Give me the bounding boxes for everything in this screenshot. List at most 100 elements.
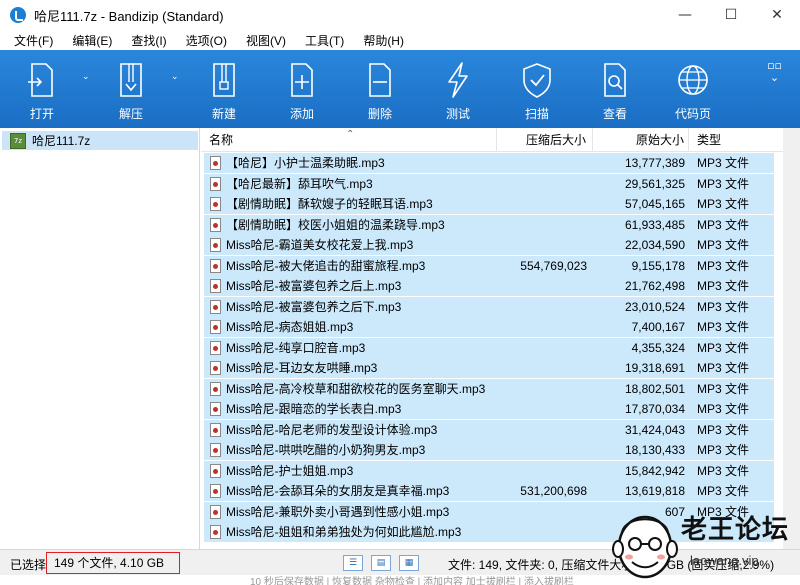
- cell-type: MP3 文件: [697, 381, 750, 396]
- delete-file-icon: [369, 63, 391, 97]
- table-row[interactable]: 【哈尼】小护士温柔助眠.mp3 13,777,389 MP3 文件: [201, 153, 800, 174]
- minimize-button[interactable]: —: [662, 0, 708, 30]
- column-type[interactable]: 类型: [689, 128, 783, 152]
- table-row[interactable]: Miss哈尼-哈尼老师的发型设计体验.mp3 31,424,043 MP3 文件: [201, 419, 800, 441]
- table-row[interactable]: Miss哈尼-纯享口腔音.mp3 4,355,324 MP3 文件: [201, 337, 800, 359]
- view-label: 查看: [602, 107, 627, 121]
- cell-original: 22,034,590: [624, 238, 685, 252]
- mp3-file-icon: [210, 381, 221, 396]
- tile-view-icon[interactable]: ▦: [399, 555, 419, 571]
- menu-file[interactable]: 文件(F): [8, 32, 59, 49]
- cell-name: Miss哈尼-会舔耳朵的女朋友是真幸福.mp3: [226, 484, 450, 498]
- table-row[interactable]: Miss哈尼-高冷校草和甜欲校花的医务室聊天.mp3 18,802,501 MP3 …: [201, 378, 800, 400]
- layout-menu-icon[interactable]: ▫▫ ⌄: [767, 60, 782, 84]
- vertical-scrollbar[interactable]: [783, 128, 800, 549]
- cell-type: MP3 文件: [697, 443, 750, 457]
- cell-name: Miss哈尼-被富婆包养之后上.mp3: [226, 279, 402, 293]
- test-button[interactable]: 测试: [426, 50, 490, 128]
- table-row[interactable]: 【剧情助眠】校医小姐姐的温柔跷导.mp3 61,933,485 MP3 文件: [201, 214, 800, 236]
- cell-original: 13,777,389: [624, 156, 685, 170]
- mp3-file-icon: [210, 484, 221, 498]
- window-title: 哈尼111.7z - Bandizip (Standard): [34, 8, 224, 24]
- menu-options[interactable]: 选项(O): [180, 32, 233, 49]
- table-row[interactable]: Miss哈尼-哄哄吃醋的小奶狗男友.mp3 18,130,433 MP3 文件: [201, 440, 800, 461]
- cell-compressed: [501, 194, 587, 214]
- menu-help[interactable]: 帮助(H): [357, 32, 410, 49]
- table-row[interactable]: Miss哈尼-跟暗恋的学长表白.mp3 17,870,034 MP3 文件: [201, 399, 800, 420]
- delete-button[interactable]: 删除: [348, 50, 412, 128]
- extract-button[interactable]: 解压: [99, 50, 163, 128]
- open-dropdown-icon[interactable]: ⌄: [82, 72, 94, 84]
- cell-original: 13,619,818: [624, 484, 685, 498]
- cell-name: 【剧情助眠】校医小姐姐的温柔跷导.mp3: [226, 217, 445, 232]
- cell-compressed: [501, 420, 587, 440]
- cell-name: Miss哈尼-哈尼老师的发型设计体验.mp3: [226, 422, 438, 437]
- maximize-button[interactable]: ☐: [708, 0, 754, 30]
- details-view-icon[interactable]: ☰: [343, 555, 363, 571]
- codepage-button[interactable]: 代码页: [661, 50, 725, 128]
- cell-name: Miss哈尼-纯享口腔音.mp3: [226, 340, 366, 355]
- cell-compressed: [501, 153, 587, 173]
- watermark: 老王论坛 laowang.vip: [606, 505, 800, 585]
- bandizip-app-icon: [10, 7, 26, 23]
- menu-edit[interactable]: 编辑(E): [66, 32, 118, 49]
- new-archive-icon: [213, 63, 235, 97]
- table-row[interactable]: 【哈尼最新】舔耳吹气.mp3 29,561,325 MP3 文件: [201, 173, 800, 195]
- menu-tools[interactable]: 工具(T): [299, 32, 350, 49]
- column-compressed[interactable]: 压缩后大小: [497, 128, 593, 152]
- close-button[interactable]: ✕: [754, 0, 800, 30]
- tree-item-label: 哈尼111.7z: [32, 134, 91, 148]
- add-label: 添加: [289, 107, 314, 121]
- cell-original: 31,424,043: [624, 422, 685, 437]
- table-row[interactable]: Miss哈尼-被富婆包养之后上.mp3 21,762,498 MP3 文件: [201, 276, 800, 297]
- table-row[interactable]: Miss哈尼-被富婆包养之后下.mp3 23,010,524 MP3 文件: [201, 296, 800, 318]
- extract-dropdown-icon[interactable]: ⌄: [171, 72, 183, 84]
- scan-button[interactable]: 扫描: [505, 50, 569, 128]
- cell-original: 23,010,524: [624, 299, 685, 314]
- cell-type: MP3 文件: [697, 361, 750, 375]
- menu-view[interactable]: 视图(V): [240, 32, 292, 49]
- delete-label: 删除: [367, 107, 392, 121]
- cell-original: 21,762,498: [624, 279, 685, 293]
- cell-name: Miss哈尼-哄哄吃醋的小奶狗男友.mp3: [226, 443, 426, 457]
- menu-find[interactable]: 查找(I): [125, 32, 172, 49]
- cell-type: MP3 文件: [697, 156, 750, 170]
- table-row[interactable]: Miss哈尼-护士姐姐.mp3 15,842,942 MP3 文件: [201, 460, 800, 482]
- column-original[interactable]: 原始大小: [593, 128, 689, 152]
- cell-compressed: [501, 297, 587, 317]
- mp3-file-icon: [210, 258, 221, 273]
- file-list: 名称 ⌃ 压缩后大小 原始大小 类型 【哈尼】小护士温柔助眠.mp3 13,777…: [201, 128, 800, 549]
- table-row[interactable]: Miss哈尼-霸道美女校花爱上我.mp3 22,034,590 MP3 文件: [201, 235, 800, 256]
- add-button[interactable]: 添加: [270, 50, 334, 128]
- add-file-icon: [291, 63, 313, 97]
- cell-original: 57,045,165: [624, 197, 685, 211]
- mp3-file-icon: [210, 525, 221, 539]
- tree-item-archive-root[interactable]: 7z 哈尼111.7z: [2, 131, 198, 150]
- watermark-title: 老王论坛: [681, 515, 790, 545]
- extract-label: 解压: [118, 107, 143, 121]
- cell-name: 【剧情助眠】酥软嫂子的轻眠耳语.mp3: [226, 197, 433, 211]
- table-row[interactable]: Miss哈尼-会舔耳朵的女朋友是真幸福.mp3 531,200,698 13,619…: [201, 481, 800, 502]
- file-list-header: 名称 ⌃ 压缩后大小 原始大小 类型: [201, 128, 800, 152]
- new-button[interactable]: 新建: [192, 50, 256, 128]
- view-mode-buttons: ☰ ▤ ▦: [343, 555, 427, 571]
- file-rows: 【哈尼】小护士温柔助眠.mp3 13,777,389 MP3 文件 【哈尼最新】舔耳吹…: [201, 153, 800, 543]
- view-button[interactable]: 查看: [583, 50, 647, 128]
- column-name[interactable]: 名称 ⌃: [201, 128, 497, 152]
- cell-type: MP3 文件: [697, 217, 750, 232]
- open-button[interactable]: 打开: [10, 50, 74, 128]
- table-row[interactable]: Miss哈尼-被大佬追击的甜蜜旅程.mp3 554,769,023 9,155,17…: [201, 255, 800, 277]
- cell-name: Miss哈尼-霸道美女校花爱上我.mp3: [226, 238, 414, 252]
- cell-compressed: 554,769,023: [520, 258, 587, 273]
- cell-original: 17,870,034: [624, 402, 685, 416]
- mp3-file-icon: [210, 238, 221, 252]
- extract-icon: [120, 63, 142, 97]
- table-row[interactable]: 【剧情助眠】酥软嫂子的轻眠耳语.mp3 57,045,165 MP3 文件: [201, 194, 800, 215]
- table-row[interactable]: Miss哈尼-耳边女友哄睡.mp3 19,318,691 MP3 文件: [201, 358, 800, 379]
- cell-type: MP3 文件: [697, 238, 750, 252]
- list-view-icon[interactable]: ▤: [371, 555, 391, 571]
- mp3-file-icon: [210, 279, 221, 293]
- cell-name: Miss哈尼-病态姐姐.mp3: [226, 320, 354, 334]
- table-row[interactable]: Miss哈尼-病态姐姐.mp3 7,400,167 MP3 文件: [201, 317, 800, 338]
- mascot-face-icon: [612, 515, 678, 579]
